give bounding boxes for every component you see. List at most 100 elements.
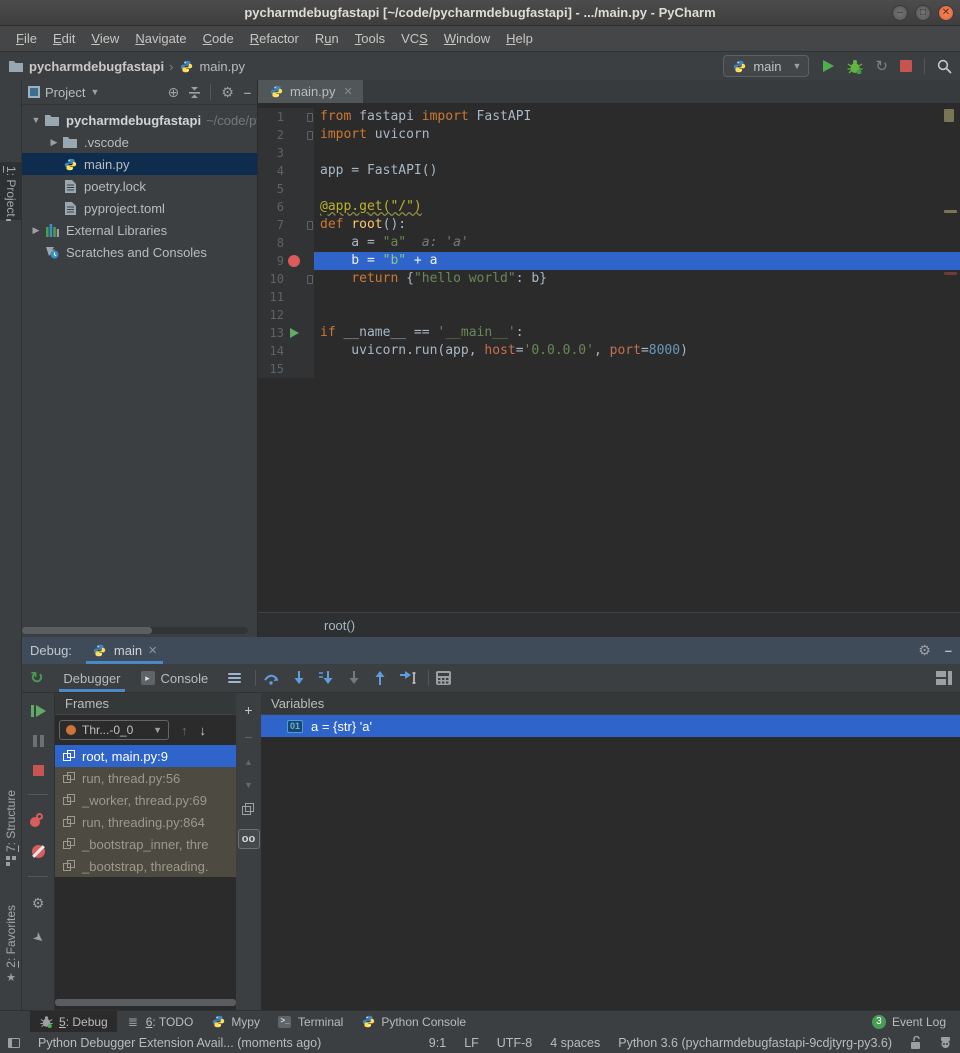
menu-file[interactable]: File [8, 28, 45, 49]
debugger-settings-icon[interactable]: ⚙ [32, 895, 45, 912]
breakpoint-icon[interactable] [288, 255, 300, 267]
editor-breadcrumb-scope[interactable]: root() [324, 618, 355, 633]
force-step-into-icon[interactable] [348, 671, 360, 685]
project-panel-title[interactable]: Project [45, 85, 85, 100]
resume-program-icon[interactable] [31, 705, 46, 717]
highlighting-level-icon[interactable] [939, 1036, 952, 1049]
menu-navigate[interactable]: Navigate [127, 28, 194, 49]
rerun-icon[interactable]: ↻ [30, 668, 43, 688]
chevron-down-icon[interactable]: ▼ [90, 87, 99, 97]
fold-marker-icon[interactable] [307, 113, 313, 122]
close-tab-icon[interactable]: ✕ [344, 85, 353, 98]
locate-file-icon[interactable]: ⊕ [167, 84, 179, 101]
sidebar-tab-structure[interactable]: 7: Structure [0, 790, 22, 870]
code-line-13[interactable]: 13if __name__ == '__main__': [258, 324, 960, 342]
editor-tab-main-py[interactable]: main.py ✕ [258, 80, 363, 103]
code-line-6[interactable]: 6@app.get("/") [258, 198, 960, 216]
status-message[interactable]: Python Debugger Extension Avail... (mome… [38, 1036, 321, 1050]
search-icon[interactable] [937, 59, 952, 74]
menu-window[interactable]: Window [436, 28, 498, 49]
frame-run[interactable]: run, thread.py:56 [55, 767, 236, 789]
code-editor[interactable]: 1from fastapi import FastAPI2import uvic… [258, 104, 960, 612]
frame-_bootstrap_inner[interactable]: _bootstrap_inner, thre [55, 833, 236, 855]
menu-vcs[interactable]: VCS [393, 28, 436, 49]
show-watches-icon[interactable]: oo [238, 829, 260, 849]
step-out-icon[interactable] [374, 671, 386, 685]
next-frame-icon[interactable]: ↓ [200, 723, 207, 738]
scrollbar-marker[interactable] [944, 109, 954, 122]
title-bar[interactable]: pycharmdebugfastapi [~/code/pycharmdebug… [0, 0, 960, 26]
menu-view[interactable]: View [83, 28, 127, 49]
menu-edit[interactable]: Edit [45, 28, 83, 49]
sidebar-tab-favorites[interactable]: 2: Favorites ★ [0, 905, 22, 987]
duplicate-watch-icon[interactable] [242, 803, 255, 816]
frames-horizontal-scrollbar[interactable] [55, 999, 236, 1006]
event-log-button[interactable]: 3 Event Log [872, 1015, 960, 1029]
scrollbar-marker[interactable] [944, 272, 957, 275]
menu-code[interactable]: Code [195, 28, 242, 49]
tree-item-pycharmdebugfastapi[interactable]: ▼pycharmdebugfastapi~/code/pycharmdebugf… [22, 109, 257, 131]
thread-selector[interactable]: Thr...-0_0 ▼ [59, 720, 169, 740]
stop-process-icon[interactable] [33, 765, 44, 776]
code-line-14[interactable]: 14 uvicorn.run(app, host='0.0.0.0', port… [258, 342, 960, 360]
frame-run[interactable]: run, threading.py:864 [55, 811, 236, 833]
code-line-15[interactable]: 15 [258, 360, 960, 378]
collapse-all-icon[interactable] [189, 86, 200, 98]
step-into-my-code-icon[interactable] [319, 671, 334, 685]
gear-icon[interactable]: ⚙ [918, 642, 931, 659]
toolwindow-tab-5-debug[interactable]: 5: Debug [30, 1011, 117, 1032]
tree-item--vscode[interactable]: ▶.vscode [22, 131, 257, 153]
minimize-icon[interactable]: – [892, 5, 908, 21]
fold-marker-icon[interactable] [307, 275, 313, 284]
status-item[interactable]: 4 spaces [550, 1036, 600, 1050]
hide-panel-icon[interactable]: – [244, 85, 251, 100]
toolwindow-tab-mypy[interactable]: Mypy [202, 1011, 269, 1032]
fold-marker-icon[interactable] [307, 221, 313, 230]
tool-window-toggle-icon[interactable] [8, 1038, 20, 1048]
tree-item-main-py[interactable]: main.py [22, 153, 257, 175]
run-button[interactable] [821, 59, 835, 73]
code-line-1[interactable]: 1from fastapi import FastAPI [258, 108, 960, 126]
close-session-icon[interactable]: ✕ [148, 644, 157, 657]
run-config-selector[interactable]: main ▼ [723, 55, 809, 77]
step-over-icon[interactable] [263, 671, 279, 685]
lock-icon[interactable] [910, 1036, 921, 1049]
close-icon[interactable]: ✕ [938, 5, 954, 21]
chevron-down-icon[interactable]: ▼ [28, 115, 44, 125]
scrollbar-marker[interactable] [944, 210, 957, 213]
remove-watch-icon[interactable]: − [244, 730, 252, 744]
menu-help[interactable]: Help [498, 28, 541, 49]
restore-layout-icon[interactable] [936, 671, 952, 685]
mute-breakpoints-icon[interactable] [32, 845, 45, 858]
move-down-icon[interactable]: ▼ [244, 780, 253, 790]
previous-frame-icon[interactable]: ↑ [181, 723, 188, 738]
toolwindow-tab-python-console[interactable]: Python Console [352, 1011, 475, 1032]
tab-console[interactable]: ▸ Console [131, 664, 219, 692]
tree-item-scratches-and-consoles[interactable]: Scratches and Consoles [22, 241, 257, 263]
breadcrumb-file[interactable]: main.py [199, 59, 245, 74]
menu-refactor[interactable]: Refactor [242, 28, 307, 49]
tab-debugger[interactable]: Debugger [53, 664, 130, 692]
gear-icon[interactable]: ⚙ [221, 84, 234, 101]
tree-item-external-libraries[interactable]: ▶External Libraries [22, 219, 257, 241]
view-breakpoints-icon[interactable] [30, 813, 46, 827]
toolwindow-tab-terminal[interactable]: >_Terminal [269, 1011, 352, 1032]
pin-tab-icon[interactable]: ➤ [29, 928, 48, 947]
move-up-icon[interactable]: ▲ [244, 757, 253, 767]
code-line-9[interactable]: 9 b = "b" + a [258, 252, 960, 270]
status-item[interactable]: Python 3.6 (pycharmdebugfastapi-9cdjtyrg… [618, 1036, 892, 1050]
evaluate-expression-icon[interactable] [436, 671, 451, 685]
maximize-icon[interactable]: □ [915, 5, 931, 21]
step-into-icon[interactable] [293, 671, 305, 685]
menu-run[interactable]: Run [307, 28, 347, 49]
debug-button[interactable] [847, 59, 863, 74]
status-item[interactable]: LF [464, 1036, 479, 1050]
run-to-cursor-icon[interactable] [400, 671, 417, 685]
code-line-10[interactable]: 10 return {"hello world": b} [258, 270, 960, 288]
menu-tools[interactable]: Tools [347, 28, 393, 49]
frame-root[interactable]: root, main.py:9 [55, 745, 236, 767]
debug-session-tab[interactable]: main ✕ [86, 637, 163, 664]
code-line-2[interactable]: 2import uvicorn [258, 126, 960, 144]
status-item[interactable]: 9:1 [429, 1036, 446, 1050]
toolwindow-tab-6-todo[interactable]: ≣6: TODO [117, 1011, 203, 1032]
